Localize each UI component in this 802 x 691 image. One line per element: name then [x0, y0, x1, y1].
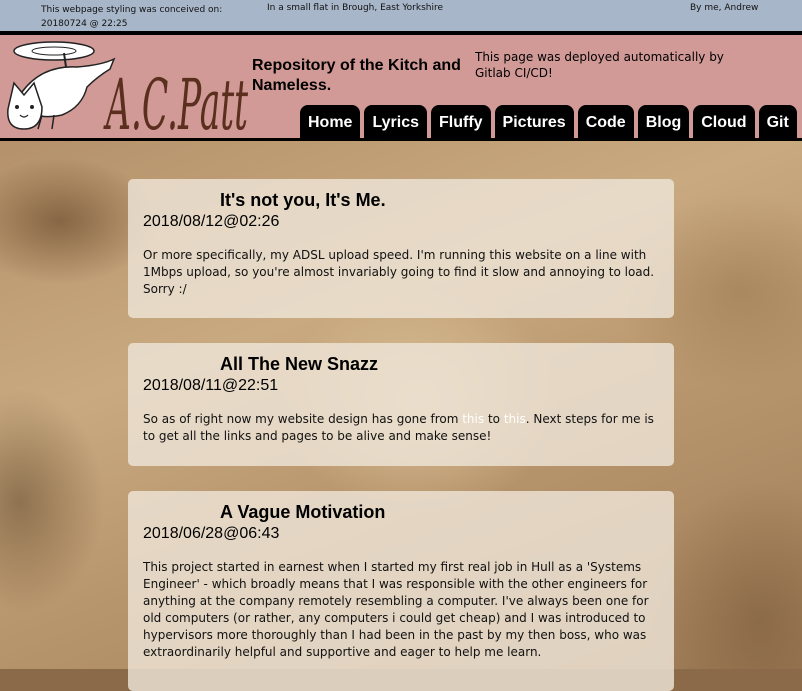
post-body: So as of right now my website design has… [143, 411, 659, 445]
post-title: All The New Snazz [220, 354, 379, 374]
content-area: It's not you, It's Me. 2018/08/12@02:26 … [0, 141, 802, 691]
old-design-link[interactable]: this [462, 412, 484, 426]
post-date: 2018/08/12@02:26 [143, 213, 280, 230]
site-logo[interactable]: A.C.Patt [2, 37, 252, 137]
location-text: In a small flat in Brough, East Yorkshir… [267, 3, 444, 13]
nav-git[interactable]: Git [758, 105, 797, 142]
blog-post: All The New Snazz 2018/08/11@22:51 So as… [128, 343, 674, 466]
blog-post: It's not you, It's Me. 2018/08/12@02:26 … [128, 179, 674, 318]
nav-code[interactable]: Code [577, 105, 634, 142]
post-body: Or more specifically, my ADSL upload spe… [143, 248, 655, 296]
site-title: Repository of the Kitch and Nameless. [252, 57, 461, 94]
new-design-link[interactable]: this [504, 412, 526, 426]
logo-text: A.C.Patt [103, 64, 248, 137]
conceived-date: This webpage styling was conceived on: 2… [41, 5, 223, 29]
main-nav: Home Lyrics Fluffy Pictures Code Blog Cl… [300, 105, 797, 142]
top-info-bar: This webpage styling was conceived on: 2… [0, 0, 802, 31]
post-date: 2018/08/11@22:51 [143, 377, 279, 394]
nav-blog[interactable]: Blog [637, 105, 690, 142]
post-title: A Vague Motivation [220, 502, 386, 522]
nav-pictures[interactable]: Pictures [494, 105, 574, 142]
post-title: It's not you, It's Me. [220, 190, 386, 210]
post-body-text: to [484, 412, 504, 426]
site-header: A.C.Patt Repository of the Kitch and Nam… [0, 31, 802, 142]
nav-home[interactable]: Home [300, 105, 361, 142]
byline: By me, Andrew [690, 3, 759, 13]
nav-fluffy[interactable]: Fluffy [431, 105, 491, 142]
nav-cloud[interactable]: Cloud [693, 105, 755, 142]
deploy-note: This page was deployed automatically by … [475, 50, 724, 80]
post-date: 2018/06/28@06:43 [143, 525, 280, 542]
nav-lyrics[interactable]: Lyrics [364, 105, 427, 142]
post-body: This project started in earnest when I s… [143, 560, 649, 659]
blog-post: A Vague Motivation 2018/06/28@06:43 This… [128, 491, 674, 691]
post-body-text: So as of right now my website design has… [143, 412, 463, 426]
